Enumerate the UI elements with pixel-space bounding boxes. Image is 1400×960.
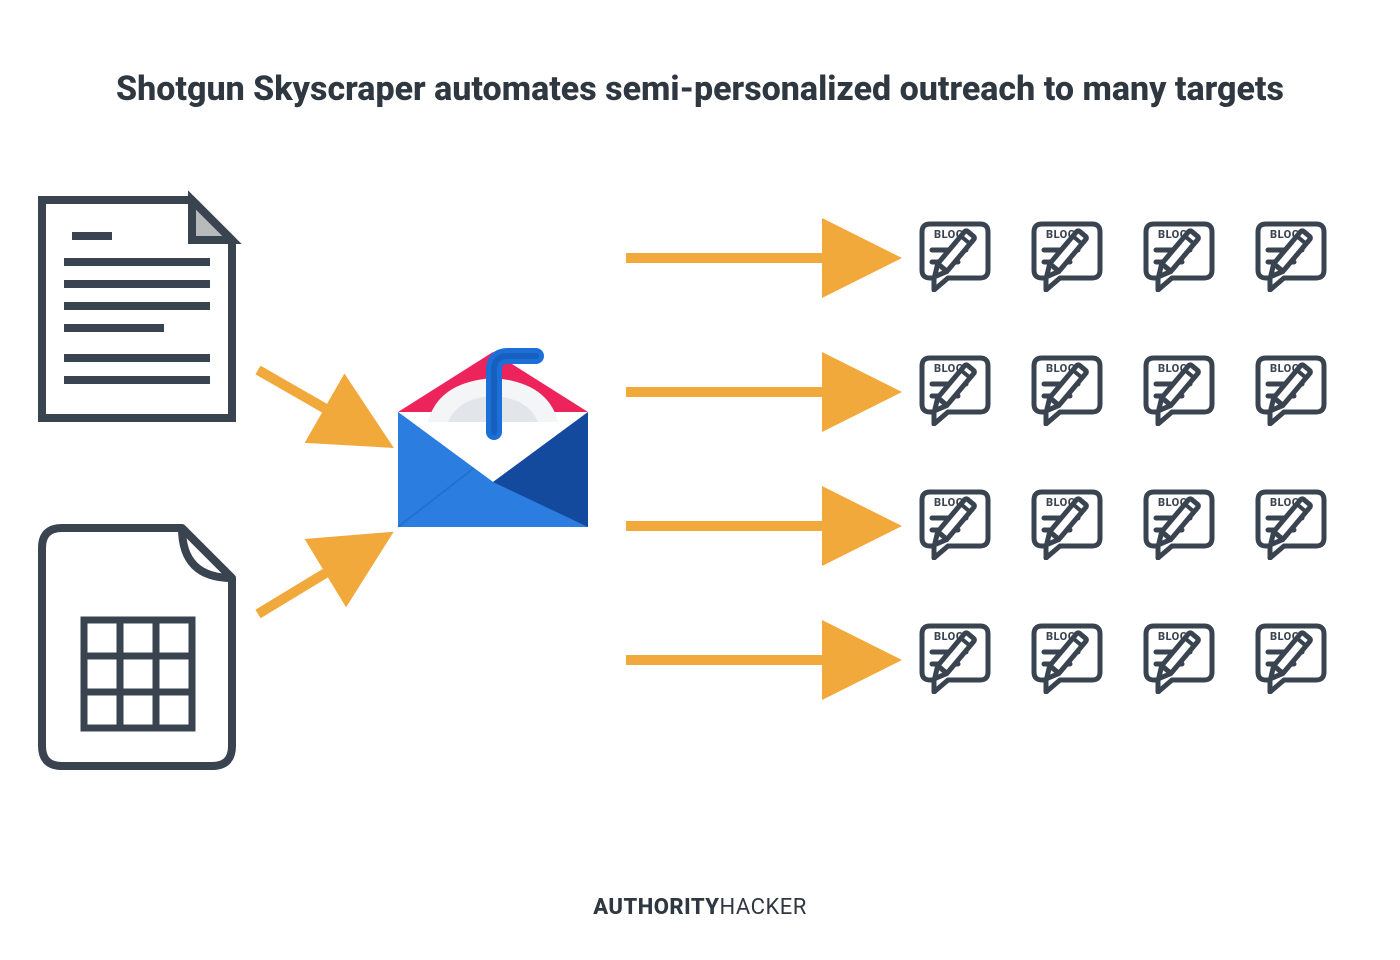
arrow-doc-to-email	[258, 370, 380, 440]
blog-target-icon: BLOG	[1254, 488, 1344, 560]
blog-target-icon: BLOG	[1142, 354, 1232, 426]
blog-label: BLOG	[1270, 630, 1300, 643]
blog-label: BLOG	[934, 630, 964, 643]
blog-label: BLOG	[1158, 362, 1188, 375]
brand-footer: AUTHORITYHACKER	[0, 895, 1400, 920]
blog-target-icon: BLOG	[1030, 488, 1120, 560]
blog-label: BLOG	[1046, 630, 1076, 643]
spreadsheet-icon	[42, 528, 232, 766]
blog-label: BLOG	[1158, 496, 1188, 509]
arrow-sheet-to-email	[258, 540, 380, 614]
blog-targets-row: BLOG BLOG	[918, 220, 1344, 292]
blog-target-icon: BLOG	[1254, 354, 1344, 426]
blog-label: BLOG	[1046, 362, 1076, 375]
blog-target-icon: BLOG	[918, 488, 1008, 560]
blog-targets-row: BLOG BLOG	[918, 354, 1344, 426]
blog-label: BLOG	[934, 228, 964, 241]
blog-target-icon: BLOG	[1142, 622, 1232, 694]
blog-label: BLOG	[934, 362, 964, 375]
blog-label: BLOG	[934, 496, 964, 509]
blog-targets-row: BLOG BLOG	[918, 622, 1344, 694]
blog-target-icon: BLOG	[1142, 488, 1232, 560]
blog-label: BLOG	[1046, 496, 1076, 509]
blog-label: BLOG	[1270, 362, 1300, 375]
blog-targets-row: BLOG BLOG	[918, 488, 1344, 560]
blog-label: BLOG	[1158, 630, 1188, 643]
blog-target-icon: BLOG	[918, 220, 1008, 292]
blog-target-icon: BLOG	[1254, 220, 1344, 292]
brand-strong: AUTHORITY	[593, 895, 719, 920]
blog-target-icon: BLOG	[918, 622, 1008, 694]
blog-target-icon: BLOG	[1142, 220, 1232, 292]
blog-target-icon: BLOG	[1254, 622, 1344, 694]
blog-label: BLOG	[1158, 228, 1188, 241]
blog-label: BLOG	[1270, 228, 1300, 241]
blog-targets-grid: BLOG BLOG	[918, 220, 1344, 694]
blog-target-icon: BLOG	[1030, 220, 1120, 292]
blog-target-icon: BLOG	[1030, 622, 1120, 694]
blog-label: BLOG	[1270, 496, 1300, 509]
blog-target-icon: BLOG	[1030, 354, 1120, 426]
blog-label: BLOG	[1046, 228, 1076, 241]
text-document-icon	[42, 200, 232, 418]
mailshake-icon	[398, 352, 588, 527]
blog-target-icon: BLOG	[918, 354, 1008, 426]
brand-light: HACKER	[720, 895, 807, 920]
